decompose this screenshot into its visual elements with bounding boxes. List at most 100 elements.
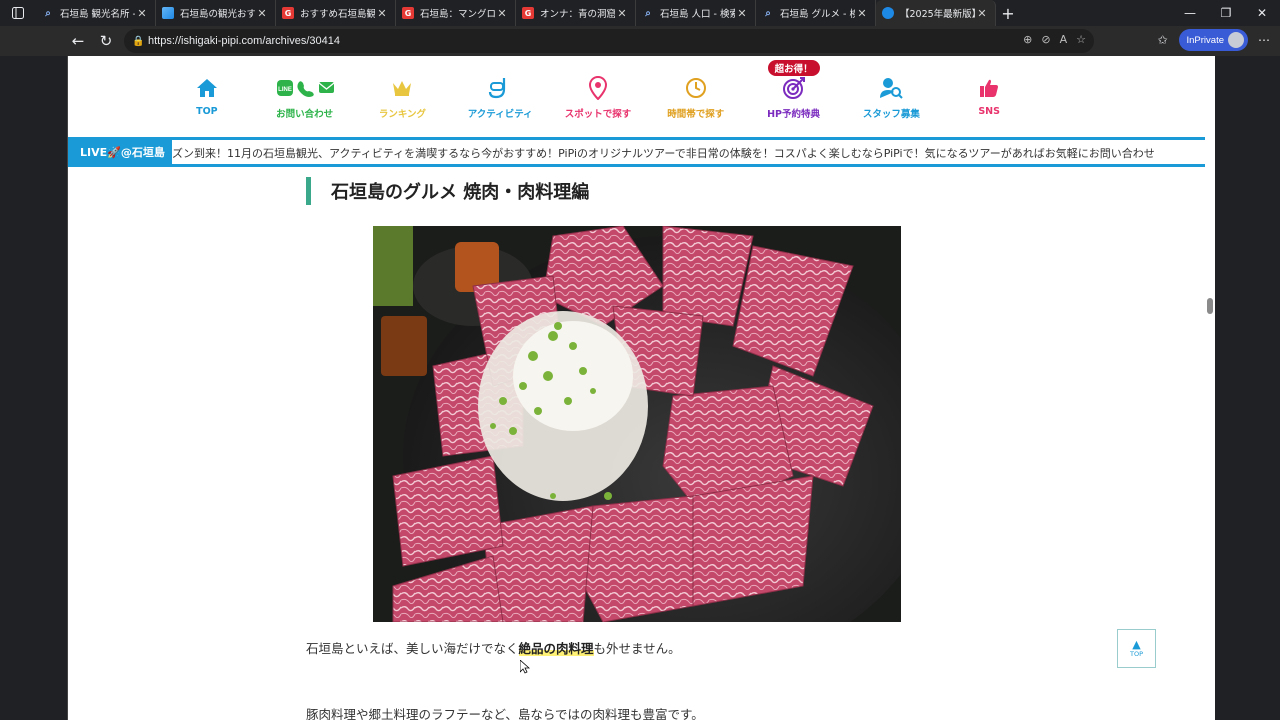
tab-title: 石垣島：マングロー bbox=[420, 9, 495, 20]
browser-tab[interactable]: G 石垣島：マングロー✕ bbox=[396, 0, 516, 26]
new-tab-button[interactable]: + bbox=[996, 4, 1020, 23]
browser-tab[interactable]: ⌕ 石垣島 グルメ - 検索✕ bbox=[756, 0, 876, 26]
address-bar[interactable]: 🔒 https://ishigaki-pipi.com/archives/304… bbox=[124, 29, 1094, 53]
restore-button[interactable]: ❐ bbox=[1208, 0, 1244, 26]
target-icon bbox=[782, 74, 806, 102]
site-nav-label: スタッフ募集 bbox=[862, 109, 920, 120]
ticker-text[interactable]: ズン到来！11月の石垣島観光、アクティビティを満喫するなら今がおすすめ！PiPi… bbox=[172, 145, 1155, 161]
home-icon bbox=[196, 74, 218, 102]
tracking-icon[interactable]: ⊘ bbox=[1041, 33, 1050, 46]
site-nav-label: ランキング bbox=[378, 109, 427, 120]
tab-title: おすすめ石垣島観光 bbox=[300, 9, 375, 20]
close-tab-icon[interactable]: ✕ bbox=[255, 7, 269, 20]
zoom-icon[interactable]: ⊕ bbox=[1023, 33, 1032, 46]
site-nav-label: HP予約特典 bbox=[767, 109, 821, 120]
close-tab-icon[interactable]: ✕ bbox=[735, 7, 749, 20]
site-favicon-icon: G bbox=[522, 7, 534, 19]
browser-tab[interactable]: G おすすめ石垣島観光✕ bbox=[276, 0, 396, 26]
close-tab-icon[interactable]: ✕ bbox=[375, 7, 389, 20]
tab-title: 石垣島 グルメ - 検索 bbox=[780, 9, 855, 20]
site-favicon-icon: G bbox=[282, 7, 294, 19]
tab-title: 石垣島 観光名所 - bbox=[60, 9, 135, 20]
site-navigation: TOP LINE お問い合わせ ランキング アクティビティ スポットで探す 時間帯で探す 超お… bbox=[158, 60, 1038, 130]
tab-actions-button[interactable] bbox=[0, 0, 36, 26]
page-viewport: TOP LINE お問い合わせ ランキング アクティビティ スポットで探す 時間帯で探す 超お… bbox=[67, 56, 1215, 720]
site-favicon-icon: G bbox=[402, 7, 414, 19]
site-nav-label: TOP bbox=[196, 106, 218, 117]
favorite-star-icon[interactable]: ☆ bbox=[1076, 33, 1086, 46]
more-menu-icon[interactable]: ⋯ bbox=[1256, 33, 1272, 47]
staff-icon bbox=[879, 74, 904, 102]
tab-title: 【2025年最新版】石 bbox=[900, 9, 975, 20]
tab-title: 石垣島の観光おすす bbox=[180, 9, 255, 20]
site-nav-label: スポットで探す bbox=[564, 109, 632, 120]
crown-icon bbox=[391, 74, 413, 102]
article-heading: 石垣島のグルメ 焼肉・肉料理編 bbox=[306, 177, 589, 205]
close-tab-icon[interactable]: ✕ bbox=[495, 7, 509, 20]
site-nav-item[interactable]: LINE お問い合わせ bbox=[256, 74, 354, 130]
avatar bbox=[1228, 32, 1244, 48]
pin-icon bbox=[589, 74, 608, 102]
site-nav-label: SNS bbox=[978, 106, 1000, 117]
browser-tab[interactable]: 【2025年最新版】石✕ bbox=[876, 0, 996, 26]
deal-badge: 超お得！ bbox=[767, 60, 820, 76]
contact-icon: LINE bbox=[275, 74, 335, 102]
minimize-button[interactable]: — bbox=[1172, 0, 1208, 26]
site-favicon-icon bbox=[882, 7, 894, 19]
browser-tab[interactable]: G オンナ：青の洞窟で✕ bbox=[516, 0, 636, 26]
inprivate-badge[interactable]: InPrivate bbox=[1178, 29, 1248, 51]
site-nav-label: お問い合わせ bbox=[276, 109, 334, 120]
site-nav-item[interactable]: 超お得！ HP予約特典 bbox=[745, 60, 843, 130]
site-nav-item[interactable]: ランキング bbox=[354, 74, 452, 130]
tab-strip: ⌕石垣島 観光名所 -✕石垣島の観光おすす✕Gおすすめ石垣島観光✕G石垣島：マン… bbox=[0, 0, 1280, 26]
news-ticker: LIVE🚀@石垣島 ズン到来！11月の石垣島観光、アクティビティを満喫するなら今… bbox=[68, 137, 1206, 167]
close-tab-icon[interactable]: ✕ bbox=[615, 7, 629, 20]
site-nav-label: アクティビティ bbox=[467, 109, 533, 120]
browser-tab[interactable]: ⌕ 石垣島 人口 - 検索 ✕ bbox=[636, 0, 756, 26]
search-favicon-icon: ⌕ bbox=[645, 7, 651, 19]
live-label: LIVE🚀@石垣島 bbox=[68, 140, 172, 164]
article-paragraph-1: 石垣島といえば、美しい海だけでなく絶品の肉料理も外せません。 bbox=[306, 638, 681, 657]
yakiniku-photo bbox=[373, 226, 901, 622]
thumbs-up-icon bbox=[979, 74, 999, 102]
tab-title: オンナ：青の洞窟で bbox=[540, 9, 615, 20]
lock-icon: 🔒 bbox=[132, 35, 145, 47]
browser-tab[interactable]: 石垣島の観光おすす✕ bbox=[156, 0, 276, 26]
close-tab-icon[interactable]: ✕ bbox=[855, 7, 869, 20]
arrow-up-icon: ▲ bbox=[1132, 638, 1141, 651]
back-to-top-button[interactable]: ▲ TOP bbox=[1117, 629, 1156, 668]
mouse-cursor-icon bbox=[520, 660, 530, 674]
browser-tab[interactable]: ⌕ 石垣島 観光名所 - ✕ bbox=[36, 0, 156, 26]
url-text: https://ishigaki-pipi.com/archives/30414 bbox=[148, 35, 340, 47]
back-to-top-label: TOP bbox=[1129, 650, 1143, 658]
sidebar-toggle-icon bbox=[12, 7, 24, 19]
search-favicon-icon: ⌕ bbox=[45, 7, 51, 19]
search-favicon-icon: ⌕ bbox=[765, 7, 771, 19]
highlighted-text: 絶品の肉料理 bbox=[518, 641, 594, 656]
back-button[interactable]: ← bbox=[64, 27, 92, 55]
page-scrollbar[interactable] bbox=[1205, 56, 1215, 720]
clock-icon bbox=[685, 74, 707, 102]
browser-toolbar: ← ↻ 🔒 https://ishigaki-pipi.com/archives… bbox=[0, 26, 1280, 56]
scrollbar-thumb[interactable] bbox=[1207, 298, 1213, 314]
site-nav-item[interactable]: スタッフ募集 bbox=[842, 74, 940, 130]
snorkel-icon bbox=[488, 74, 512, 102]
svg-text:LINE: LINE bbox=[278, 87, 292, 93]
article-paragraph-2: 豚肉料理や郷土料理のラフテーなど、島ならではの肉料理も豊富です。 bbox=[306, 707, 704, 720]
close-tab-icon[interactable]: ✕ bbox=[135, 7, 149, 20]
paragraph-text: も外せません。 bbox=[593, 641, 681, 656]
site-nav-item[interactable]: SNS bbox=[940, 74, 1038, 130]
paragraph-text: 石垣島といえば、美しい海だけでなく bbox=[306, 641, 519, 656]
site-nav-item[interactable]: 時間帯で探す bbox=[647, 74, 745, 130]
close-window-button[interactable]: ✕ bbox=[1244, 0, 1280, 26]
close-tab-icon[interactable]: ✕ bbox=[975, 7, 989, 20]
read-aloud-icon[interactable]: A bbox=[1060, 33, 1068, 46]
site-nav-item[interactable]: TOP bbox=[158, 74, 256, 130]
site-nav-item[interactable]: アクティビティ bbox=[451, 74, 549, 130]
site-nav-item[interactable]: スポットで探す bbox=[549, 74, 647, 130]
refresh-button[interactable]: ↻ bbox=[92, 27, 120, 55]
site-favicon-icon bbox=[162, 7, 174, 19]
site-nav-label: 時間帯で探す bbox=[667, 109, 725, 120]
favorites-icon[interactable]: ✩ bbox=[1155, 33, 1171, 47]
inprivate-label: InPrivate bbox=[1186, 34, 1225, 46]
